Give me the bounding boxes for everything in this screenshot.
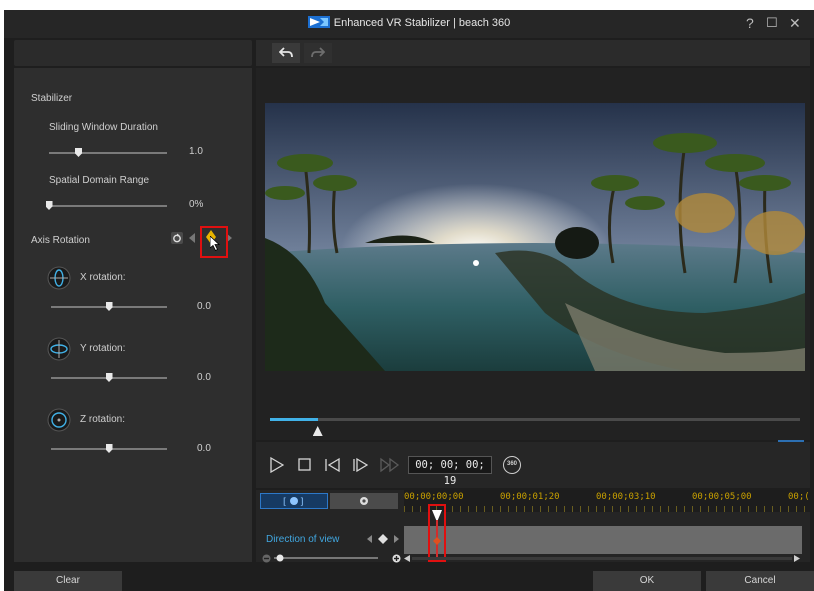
timeline-ruler[interactable]: 00;00;00;00 00;00;01;20 00;00;03;10 00;0…: [404, 490, 810, 512]
play-icon[interactable]: [270, 457, 284, 473]
left-panel-header: [14, 40, 252, 66]
previous-keyframe-icon[interactable]: [189, 233, 195, 243]
timeline-scrollbar[interactable]: [412, 557, 792, 560]
scroll-right-icon[interactable]: [794, 555, 800, 562]
x-rotation-value: 0.0: [197, 301, 211, 312]
x-rotation-label: X rotation:: [80, 272, 126, 283]
track-keyframe-icons: [367, 534, 399, 544]
x-rotation-thumb[interactable]: [105, 302, 113, 311]
window-title: Enhanced VR Stabilizer | beach 360: [333, 17, 511, 29]
fast-forward-icon[interactable]: [380, 457, 400, 473]
undo-icon: [278, 47, 293, 58]
sliding-window-value: 1.0: [189, 146, 203, 157]
seek-thumb[interactable]: [312, 426, 323, 436]
z-rotation-thumb[interactable]: [105, 444, 113, 453]
tab-stabilizer[interactable]: [330, 493, 398, 509]
beach-360-frame: [265, 103, 805, 371]
stabilizer-tab-icon: [360, 497, 368, 505]
reset-icon[interactable]: [171, 232, 183, 244]
tab-axis-rotation[interactable]: [ ]: [260, 493, 328, 509]
zoom-in-icon[interactable]: [392, 554, 401, 563]
ruler-label: 00;00;01;20: [500, 492, 560, 502]
spatial-domain-label: Spatial Domain Range: [49, 175, 150, 186]
svg-text:]: ]: [300, 498, 304, 507]
playback-controls: 00; 00; 00; 19 360: [256, 442, 810, 488]
x-rotation-icon: [47, 266, 71, 290]
spatial-domain-thumb[interactable]: [45, 201, 53, 210]
track-label: Direction of view: [266, 534, 340, 545]
timeline-zoom-row: [256, 554, 810, 563]
title-bar: Enhanced VR Stabilizer | beach 360 ? ☐ ✕: [4, 10, 814, 38]
sliding-window-label: Sliding Window Duration: [49, 122, 158, 133]
zoom-out-icon[interactable]: [262, 554, 271, 563]
stabilizer-window: Enhanced VR Stabilizer | beach 360 ? ☐ ✕…: [4, 10, 814, 591]
keyframe-highlight-box: [200, 226, 228, 258]
timecode-display[interactable]: 00; 00; 00; 19: [408, 456, 492, 487]
cancel-button[interactable]: Cancel: [706, 571, 814, 591]
stop-icon[interactable]: [298, 457, 311, 473]
edit-toolbar: [256, 40, 810, 66]
sliding-window-thumb[interactable]: [75, 148, 82, 157]
stabilizer-heading: Stabilizer: [31, 93, 73, 104]
y-rotation-thumb[interactable]: [105, 373, 113, 382]
maximize-button[interactable]: ☐: [766, 16, 778, 30]
spatial-domain-slider[interactable]: [49, 205, 167, 207]
help-button[interactable]: ?: [746, 16, 754, 30]
z-rotation-label: Z rotation:: [80, 414, 126, 425]
window-title-group: Enhanced VR Stabilizer | beach 360: [4, 16, 814, 29]
previous-frame-icon[interactable]: [324, 457, 340, 473]
close-button[interactable]: ✕: [789, 16, 801, 30]
scroll-left-icon[interactable]: [404, 555, 410, 562]
y-rotation-icon: [47, 337, 71, 361]
axis-rotation-tab-icon: [ ]: [283, 497, 304, 508]
ruler-label: 00;00;00;00: [404, 492, 464, 502]
z-rotation-value: 0.0: [197, 443, 211, 454]
next-frame-icon[interactable]: [352, 457, 368, 473]
app-logo-icon: [307, 16, 330, 28]
zoom-thumb-icon[interactable]: [276, 554, 284, 562]
svg-text:[: [: [283, 498, 287, 507]
direction-of-view-track[interactable]: [404, 526, 802, 554]
ruler-label: 00;(: [788, 492, 810, 502]
ruler-label: 00;00;03;10: [596, 492, 656, 502]
ruler-label: 00;00;05;00: [692, 492, 752, 502]
clear-button[interactable]: Clear: [14, 571, 122, 591]
sliding-window-slider[interactable]: [49, 152, 167, 154]
redo-button[interactable]: [304, 43, 332, 63]
redo-icon: [311, 47, 326, 58]
z-rotation-icon: [47, 408, 71, 432]
axis-rotation-heading: Axis Rotation: [31, 235, 90, 246]
video-preview[interactable]: [265, 103, 805, 371]
y-rotation-label: Y rotation:: [80, 343, 126, 354]
undo-button[interactable]: [272, 43, 300, 63]
zoom-slider[interactable]: [274, 557, 378, 559]
seek-progress: [270, 418, 318, 421]
dialog-footer: Clear OK Cancel: [4, 563, 814, 591]
spatial-domain-value: 0%: [189, 199, 204, 210]
ruler-ticks: [404, 506, 810, 512]
settings-panel: Stabilizer Sliding Window Duration 1.0 S…: [14, 68, 252, 562]
360-view-button[interactable]: 360: [503, 456, 521, 474]
y-rotation-value: 0.0: [197, 372, 211, 383]
keyframe-timeline: [ ] 00;00;00;00 00;00;01;20 00;00;03;10 …: [256, 490, 810, 563]
preview-area: [256, 68, 810, 452]
seek-bar[interactable]: [270, 418, 800, 421]
ok-button[interactable]: OK: [593, 571, 701, 591]
track-keyframe-nav: [366, 534, 400, 546]
